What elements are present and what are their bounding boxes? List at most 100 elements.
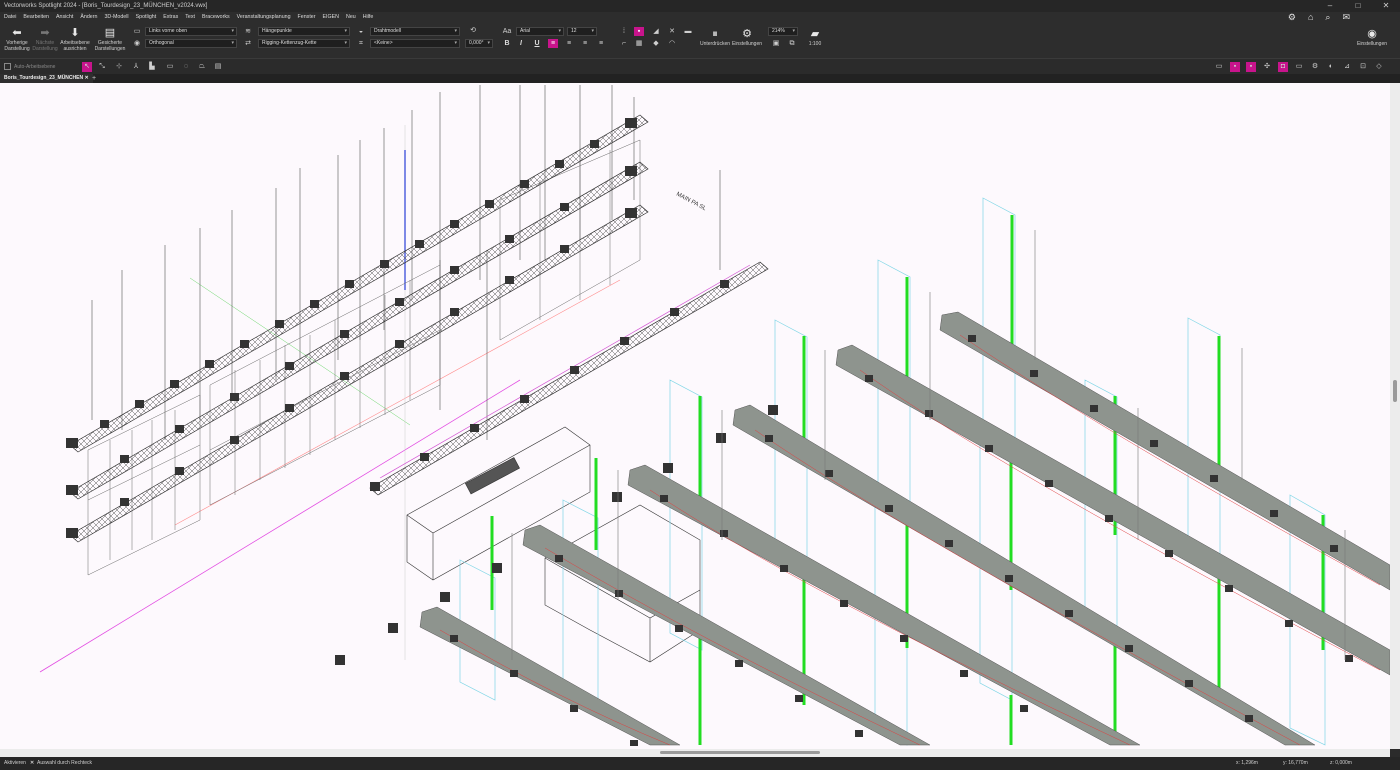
add-tab-icon[interactable]: + [92,74,96,83]
view-mode-g-icon[interactable]: ⚙ [1310,62,1320,72]
settings-right-button[interactable]: ◉ Einstellungen [1355,28,1389,48]
snap-arc-icon[interactable]: ◠ [667,39,677,48]
layer-dropdown[interactable]: Rigging-Kettenzug-Kette [258,39,350,48]
close-x-icon: ✕ [30,760,35,766]
reshape-mode-icon[interactable]: ⊹ [114,62,124,72]
suppress-button[interactable]: ⏸ Unterdrücken [699,28,731,48]
axis-mode-icon[interactable]: ⅄ [131,62,141,72]
menu-datei[interactable]: Datei [4,12,16,23]
view-dropdown[interactable]: Links vorne oben [145,27,237,36]
view-mode-f-icon[interactable]: ▭ [1294,62,1304,72]
justify-icon[interactable]: ≡ [596,39,606,48]
scale-button[interactable]: ▰ 1:100 [805,28,825,48]
snap-point-icon[interactable]: ⌐ [619,39,629,48]
vertical-scrollbar[interactable] [1390,83,1400,749]
snap-surface-icon[interactable]: ◆ [651,39,661,48]
saved-views-button[interactable]: ▤ Gesicherte Darstellungen [94,27,126,52]
menu-aendern[interactable]: Ändern [80,12,97,23]
status-z: z: 0,000m [1330,760,1352,766]
menu-veranstaltungsplanung[interactable]: Veranstaltungsplanung [237,12,291,23]
view-icon: ▭ [133,28,141,35]
font-dropdown[interactable]: Arial [516,27,564,36]
view-mode-c-icon[interactable]: ▪ [1246,62,1256,72]
font-icon: Aa [502,28,512,35]
status-mode: Aktivieren [4,760,26,766]
prev-view-button[interactable]: ⬅ Vorherige Darstellung [4,27,30,52]
top-right-icons: ⚙ ⌂ ⌕ ✉ [1288,12,1350,23]
close-tab-icon[interactable]: ✕ [84,75,88,81]
align-plane-button[interactable]: ⬇ Arbeitsebene ausrichten [60,27,90,52]
menu-3d-modell[interactable]: 3D-Modell [104,12,128,23]
minimize-button[interactable]: – [1316,0,1344,12]
menu-ansicht[interactable]: Ansicht [56,12,73,23]
projection-dropdown[interactable]: Orthogonal [145,39,237,48]
menu-hilfe[interactable]: Hilfe [363,12,374,23]
view-mode-k-icon[interactable]: ◇ [1374,62,1384,72]
zoom-objects-icon[interactable]: ⧉ [787,39,797,48]
snap-tangent-icon[interactable]: ▦ [634,39,644,48]
close-button[interactable]: ✕ [1372,0,1400,12]
view-mode-i-icon[interactable]: ⊿ [1342,62,1352,72]
maximize-button[interactable]: □ [1344,0,1372,12]
menu-fenster[interactable]: Fenster [298,12,316,23]
gear-icon[interactable]: ⚙ [1288,12,1296,23]
align-right-icon[interactable]: ≡ [580,39,590,48]
align-center-icon[interactable]: ≡ [564,39,574,48]
view-mode-h-icon[interactable]: ◐ [1326,62,1336,72]
menu-neu[interactable]: Neu [346,12,356,23]
snap-distance-icon[interactable]: ▬ [683,27,693,36]
transform-mode-icon[interactable]: ⤡ [97,62,107,72]
horizontal-scroll-thumb[interactable] [660,751,820,754]
class-dropdown[interactable]: Hängepunkte [258,27,350,36]
view-mode-b-icon[interactable]: ▪ [1230,62,1240,72]
projection-icon: ◉ [133,40,141,47]
polygon-select-icon[interactable]: ⏢ [197,62,207,72]
underline-icon[interactable]: U [532,39,542,48]
snap-grid-icon[interactable]: ⁞ [619,27,629,36]
window-title: Vectorworks Spotlight 2024 - [Boris_Tour… [4,3,208,9]
vertical-scroll-thumb[interactable] [1393,380,1397,402]
group-mode-icon[interactable]: ▙ [147,62,157,72]
snap-angle-icon[interactable]: ◢ [651,27,661,36]
render-mode-dropdown[interactable]: Drahtmodell [370,27,460,36]
zoom-dropdown[interactable]: 214% [768,27,798,36]
view-toolbar: ⬅ Vorherige Darstellung ➡ Nächste Darstell… [0,23,1400,58]
menu-extras[interactable]: Extras [163,12,178,23]
mode-bar: Auto-Arbeitsebene ↖ ⤡ ⊹ ⅄ ▙ ▭ ◌ ⏢ ▤ ▭ ▪ … [0,58,1400,74]
auto-plane-checkbox[interactable] [4,63,11,70]
rectangle-select-icon[interactable]: ▭ [165,62,175,72]
italic-icon[interactable]: I [516,39,526,48]
view-mode-j-icon[interactable]: ⊡ [1358,62,1368,72]
rotation-field[interactable]: 0,000° [465,39,493,48]
gear-icon: ⚙ [742,28,752,40]
zoom-fit-icon[interactable]: ▣ [771,39,781,48]
snap-select-icon[interactable]: ▤ [213,62,223,72]
home-icon[interactable]: ⌂ [1308,12,1313,23]
font-size-dropdown[interactable]: 12 [567,27,597,36]
lasso-select-icon[interactable]: ◌ [181,62,191,72]
snap-intersection-icon[interactable]: ✕ [667,27,677,36]
class-icon: ≋ [245,28,251,35]
menu-spotlight[interactable]: Spotlight [136,12,157,23]
auto-plane-label: Auto-Arbeitsebene [14,64,56,70]
menu-bar: Datei Bearbeiten Ansicht Ändern 3D-Model… [0,12,1400,23]
view-mode-e-icon[interactable]: ◘ [1278,62,1288,72]
mail-icon[interactable]: ✉ [1342,12,1350,23]
document-tab[interactable]: Boris_Tourdesign_23_MÜNCHEN ✕ [0,74,93,83]
view-mode-a-icon[interactable]: ▭ [1214,62,1224,72]
snap-object-icon[interactable]: ▪ [634,27,644,36]
view-mode-d-icon[interactable]: ✣ [1262,62,1272,72]
menu-text[interactable]: Text [185,12,195,23]
snap-settings-button[interactable]: ⚙ Einstellungen [731,28,763,48]
drawing-canvas[interactable]: MAIN PA SL [0,83,1390,749]
render-icon: ◒ [358,28,364,35]
align-left-icon[interactable]: ≡ [548,39,558,48]
select-mode-icon[interactable]: ↖ [82,62,92,72]
menu-braceworks[interactable]: Braceworks [202,12,230,23]
search-icon[interactable]: ⌕ [1325,12,1330,23]
menu-bearbeiten[interactable]: Bearbeiten [23,12,49,23]
bold-icon[interactable]: B [502,39,512,48]
next-view-button[interactable]: ➡ Nächste Darstellung [32,27,58,52]
menu-eigen[interactable]: EIGEN [323,12,339,23]
working-plane-dropdown[interactable]: <Keine> [370,39,460,48]
